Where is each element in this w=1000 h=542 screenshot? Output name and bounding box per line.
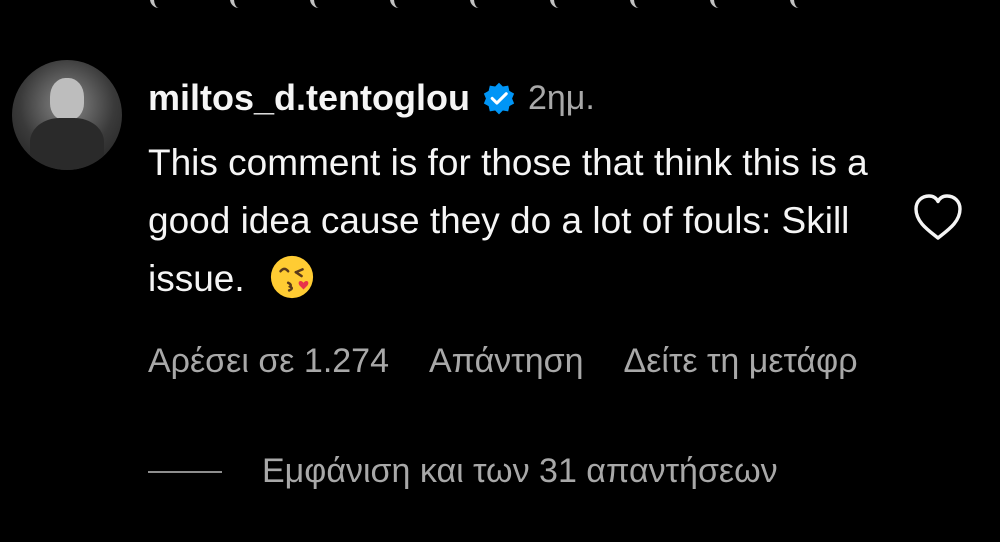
verified-badge-icon [482, 81, 516, 115]
comment-text: This comment is for those that think thi… [148, 134, 888, 308]
comment-actions: Αρέσει σε 1.274 Απάντηση Δείτε τη μετάφρ [148, 342, 898, 381]
previous-comment-cutoff [150, 0, 870, 8]
timestamp: 2ημ. [527, 78, 595, 117]
like-heart-icon[interactable] [910, 192, 966, 242]
username[interactable]: miltos_d.tentoglou [148, 77, 470, 119]
comment-header: miltos_d.tentoglou 2ημ. [148, 77, 595, 119]
likes-count[interactable]: Αρέσει σε 1.274 [148, 342, 389, 381]
comment-body: This comment is for those that think thi… [148, 142, 868, 299]
avatar[interactable] [12, 60, 122, 170]
kissing-face-emoji [270, 256, 314, 299]
view-replies[interactable]: Εμφάνιση και των 31 απαντήσεων [148, 452, 778, 491]
comment: miltos_d.tentoglou 2ημ. This comment is … [12, 60, 1000, 390]
reply-button[interactable]: Απάντηση [429, 342, 584, 381]
replies-divider [148, 470, 222, 473]
view-replies-label[interactable]: Εμφάνιση και των 31 απαντήσεων [262, 452, 778, 491]
see-translation-button[interactable]: Δείτε τη μετάφρ [624, 342, 858, 381]
